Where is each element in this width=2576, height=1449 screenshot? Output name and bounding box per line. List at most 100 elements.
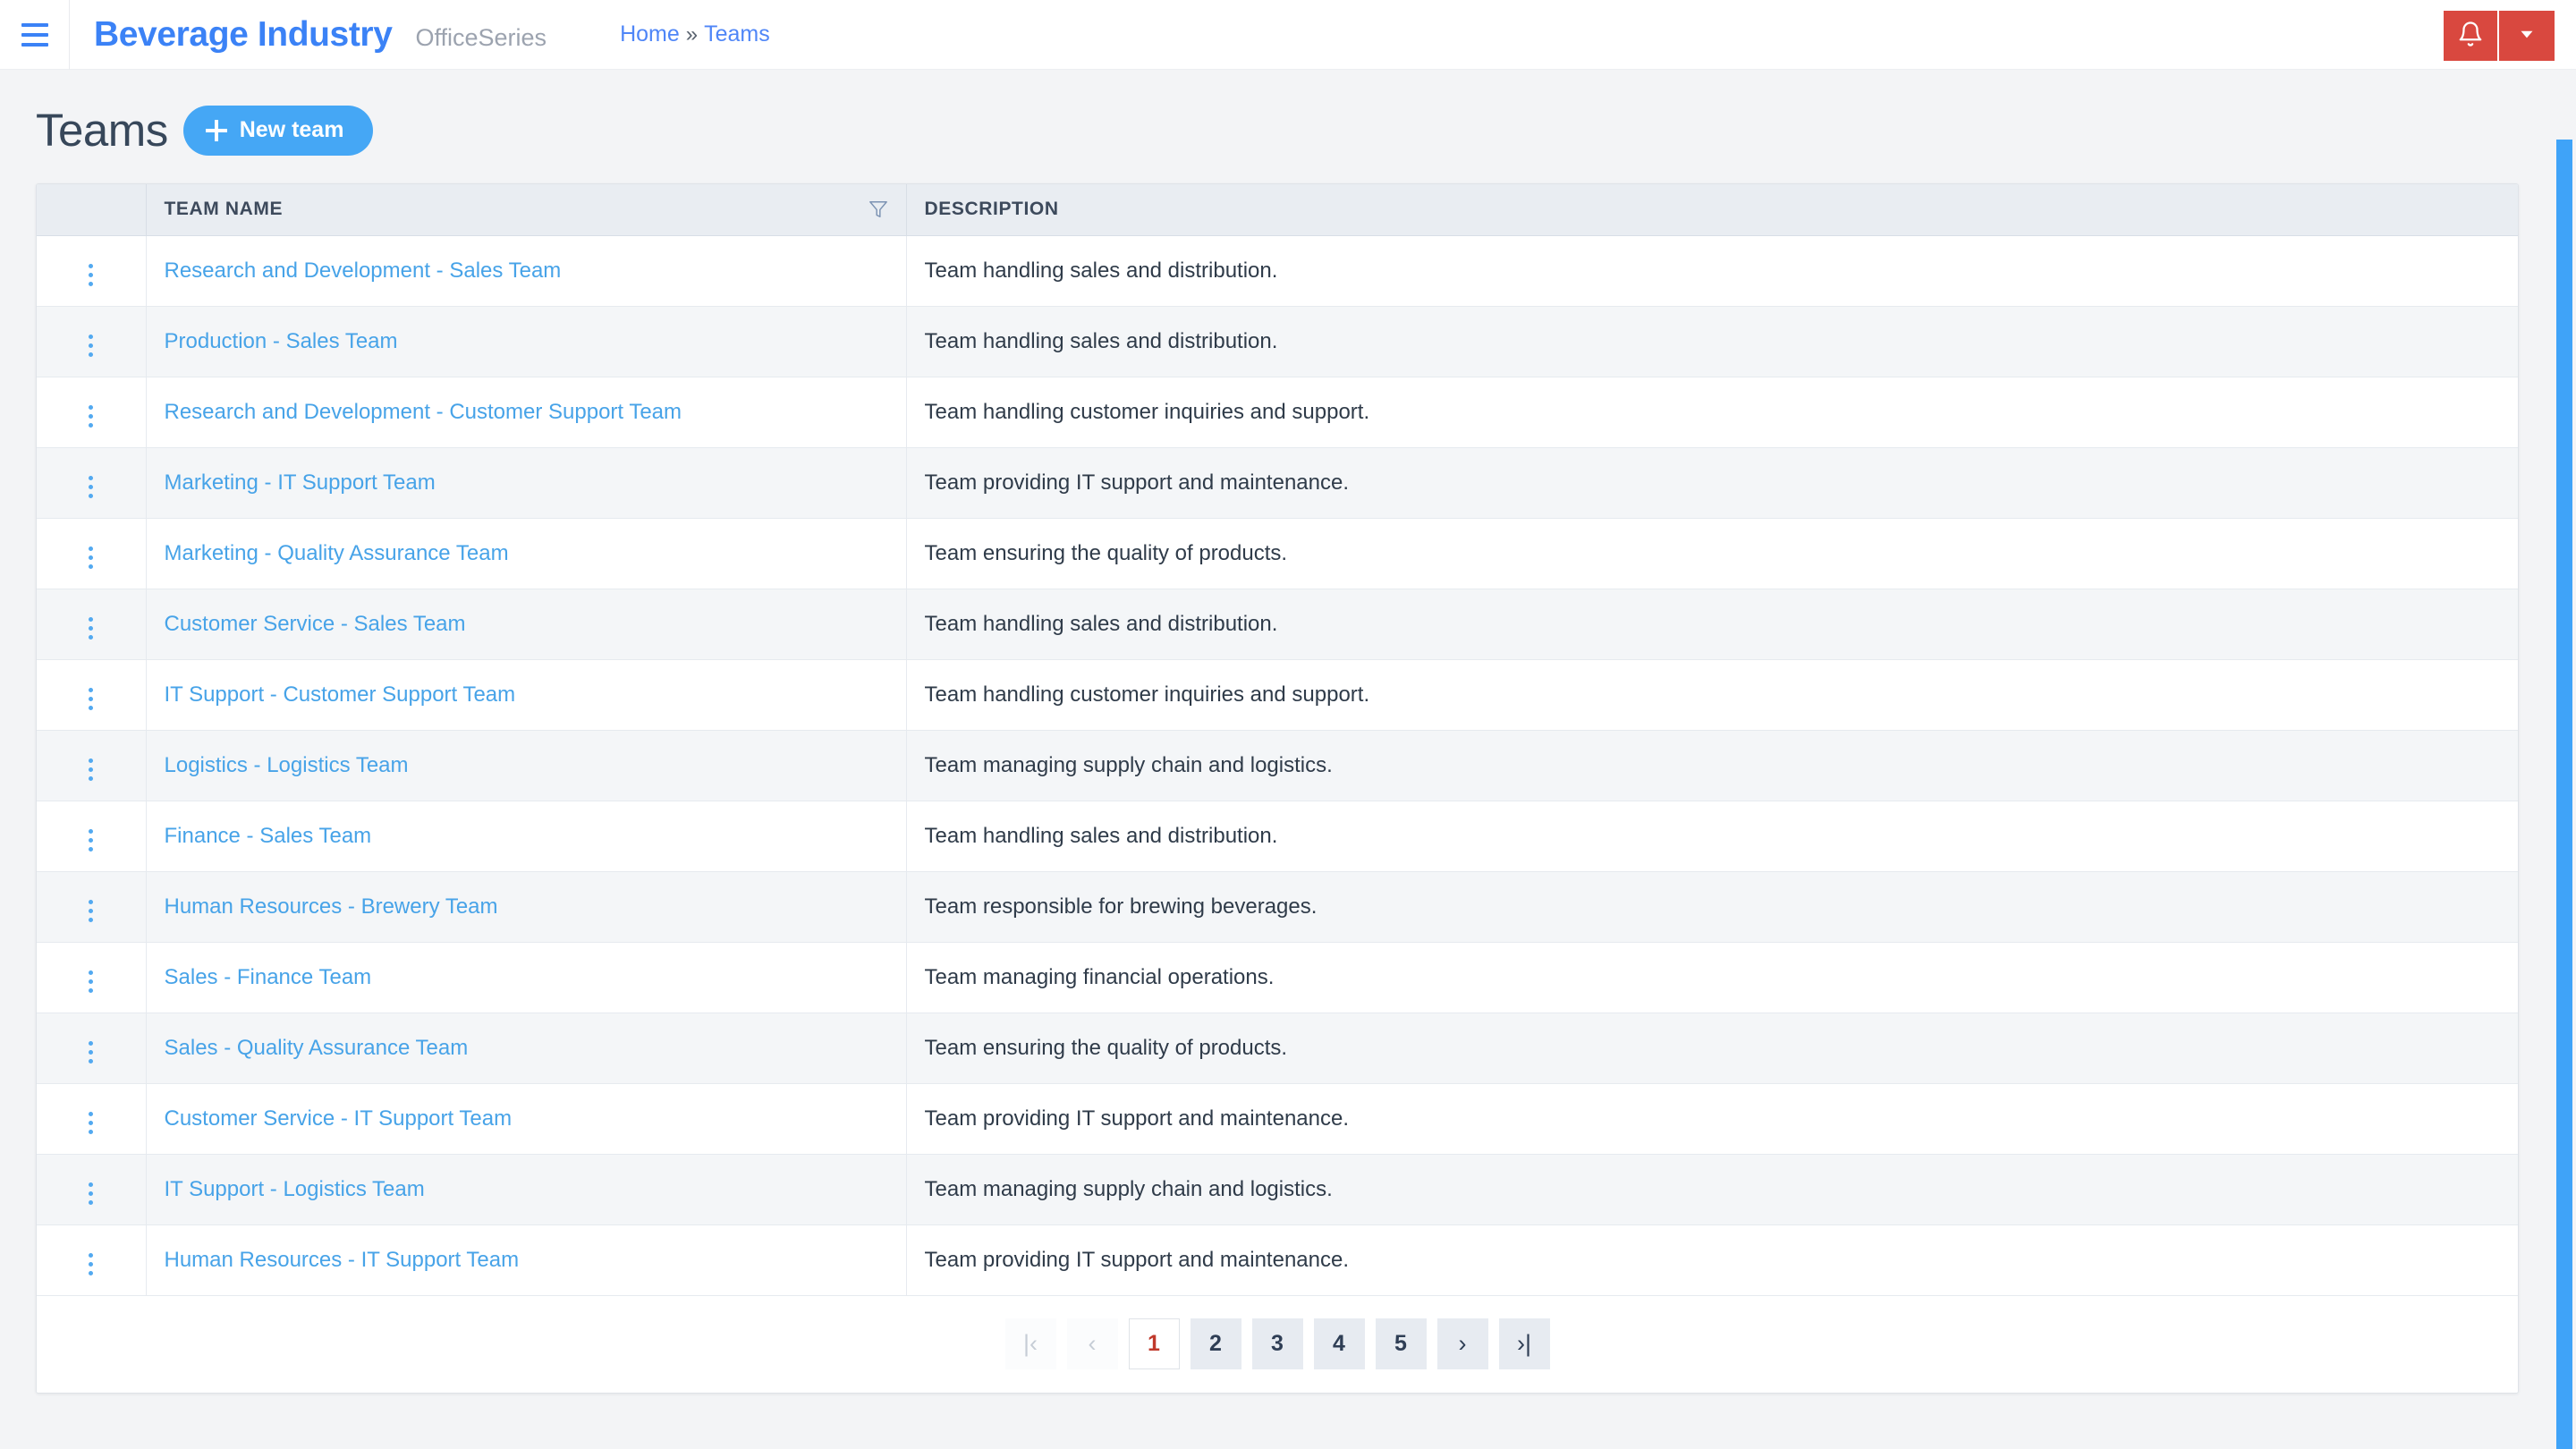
kebab-menu-icon[interactable] (74, 965, 107, 998)
team-name-cell: Customer Service - Sales Team (146, 589, 907, 660)
table-body: Research and Development - Sales Team Tea… (37, 235, 2518, 1296)
team-name-link[interactable]: Human Resources - Brewery Team (165, 894, 498, 919)
kebab-menu-icon[interactable] (74, 470, 107, 504)
pagination-prev-button[interactable]: ‹ (1066, 1318, 1118, 1369)
pagination-next-button[interactable]: › (1436, 1318, 1488, 1369)
pagination-page-3[interactable]: 3 (1251, 1318, 1303, 1369)
navbar-actions (2444, 11, 2555, 61)
team-name-link[interactable]: IT Support - Customer Support Team (165, 682, 516, 707)
team-name-cell: IT Support - Logistics Team (146, 1154, 907, 1225)
column-header-team-name-label: TEAM NAME (164, 199, 284, 220)
pagination-page-4[interactable]: 4 (1313, 1318, 1365, 1369)
hamburger-line (21, 42, 48, 47)
team-name-link[interactable]: Logistics - Logistics Team (165, 753, 409, 777)
kebab-menu-icon[interactable] (74, 612, 107, 645)
kebab-menu-icon[interactable] (74, 1036, 107, 1069)
kebab-menu-icon[interactable] (74, 258, 107, 292)
hamburger-line (21, 22, 48, 27)
page-scrollbar-thumb[interactable] (2556, 140, 2572, 1449)
hamburger-menu-icon[interactable] (0, 0, 70, 70)
plus-icon (205, 119, 227, 141)
hamburger-line (21, 32, 48, 37)
team-description-cell: Team handling sales and distribution. (906, 589, 2518, 660)
pagination-page-1[interactable]: 1 (1128, 1318, 1180, 1369)
top-navbar: Beverage Industry OfficeSeries Home » Te… (0, 0, 2576, 70)
breadcrumb-separator: » (685, 21, 699, 47)
team-description-cell: Team responsible for brewing beverages. (906, 871, 2518, 943)
new-team-button[interactable]: New team (182, 105, 374, 156)
team-name-link[interactable]: Sales - Finance Team (165, 965, 372, 989)
table-row: Sales - Quality Assurance Team Team ensur… (37, 1013, 2518, 1084)
team-description-cell: Team providing IT support and maintenanc… (906, 447, 2518, 519)
table-row: Customer Service - IT Support Team Team p… (37, 1083, 2518, 1155)
kebab-menu-icon[interactable] (74, 894, 107, 928)
team-description-cell: Team handling sales and distribution. (906, 235, 2518, 307)
table-row: Research and Development - Sales Team Tea… (37, 235, 2518, 307)
team-name-link[interactable]: Customer Service - IT Support Team (165, 1106, 513, 1131)
team-name-cell: Sales - Finance Team (146, 942, 907, 1013)
row-actions-cell (37, 1083, 147, 1155)
team-name-cell: Logistics - Logistics Team (146, 730, 907, 801)
team-name-link[interactable]: Production - Sales Team (165, 329, 398, 353)
column-header-menu (37, 184, 147, 236)
team-description-cell: Team managing supply chain and logistics… (906, 730, 2518, 801)
bell-icon (2457, 21, 2484, 52)
pagination-first-button[interactable]: |‹ (1004, 1318, 1056, 1369)
row-actions-cell (37, 377, 147, 448)
pagination-page-2[interactable]: 2 (1190, 1318, 1241, 1369)
kebab-menu-icon[interactable] (74, 682, 107, 716)
brand-title: Beverage Industry (94, 14, 393, 54)
row-actions-cell (37, 235, 147, 307)
team-description-cell: Team handling sales and distribution. (906, 306, 2518, 377)
column-header-team-name[interactable]: TEAM NAME (146, 184, 907, 236)
team-description-cell: Team ensuring the quality of products. (906, 1013, 2518, 1084)
team-name-cell: Customer Service - IT Support Team (146, 1083, 907, 1155)
kebab-menu-icon[interactable] (74, 541, 107, 574)
team-description-cell: Team providing IT support and maintenanc… (906, 1224, 2518, 1296)
pagination-page-5[interactable]: 5 (1375, 1318, 1427, 1369)
kebab-menu-icon[interactable] (74, 1177, 107, 1210)
table-row: Research and Development - Customer Supp… (37, 377, 2518, 448)
team-name-cell: Marketing - Quality Assurance Team (146, 518, 907, 589)
kebab-menu-icon[interactable] (74, 824, 107, 857)
breadcrumb-item-home[interactable]: Home (620, 21, 680, 47)
team-name-cell: Sales - Quality Assurance Team (146, 1013, 907, 1084)
team-name-link[interactable]: Marketing - IT Support Team (165, 470, 436, 495)
team-name-link[interactable]: Sales - Quality Assurance Team (165, 1036, 469, 1060)
team-name-link[interactable]: IT Support - Logistics Team (165, 1177, 425, 1201)
team-name-cell: Production - Sales Team (146, 306, 907, 377)
team-name-link[interactable]: Human Resources - IT Support Team (165, 1248, 520, 1272)
team-name-link[interactable]: Marketing - Quality Assurance Team (165, 541, 509, 565)
kebab-menu-icon[interactable] (74, 1248, 107, 1281)
team-name-link[interactable]: Research and Development - Sales Team (165, 258, 562, 283)
breadcrumb-item-teams[interactable]: Teams (704, 21, 770, 47)
account-dropdown-button[interactable] (2499, 11, 2555, 61)
kebab-menu-icon[interactable] (74, 1106, 107, 1140)
row-actions-cell (37, 589, 147, 660)
table-row: Marketing - IT Support Team Team providin… (37, 447, 2518, 519)
team-name-link[interactable]: Research and Development - Customer Supp… (165, 400, 682, 424)
team-description-cell: Team handling sales and distribution. (906, 801, 2518, 872)
team-description-cell: Team handling customer inquiries and sup… (906, 377, 2518, 448)
kebab-menu-icon[interactable] (74, 329, 107, 362)
team-name-link[interactable]: Finance - Sales Team (165, 824, 372, 848)
row-actions-cell (37, 447, 147, 519)
row-actions-cell (37, 1224, 147, 1296)
page-scrollbar-track[interactable] (2553, 140, 2576, 1449)
kebab-menu-icon[interactable] (74, 400, 107, 433)
notifications-button[interactable] (2444, 11, 2499, 61)
filter-icon[interactable] (869, 199, 888, 219)
team-description-cell: Team handling customer inquiries and sup… (906, 659, 2518, 731)
team-name-cell: Research and Development - Sales Team (146, 235, 907, 307)
teams-table-card: TEAM NAME DESCRIPTION Research and Devel… (36, 183, 2519, 1394)
row-actions-cell (37, 801, 147, 872)
column-header-description[interactable]: DESCRIPTION (906, 184, 2518, 236)
table-row: IT Support - Logistics Team Team managing… (37, 1154, 2518, 1225)
row-actions-cell (37, 730, 147, 801)
pagination-last-button[interactable]: ›| (1498, 1318, 1550, 1369)
kebab-menu-icon[interactable] (74, 753, 107, 786)
table-row: Customer Service - Sales Team Team handli… (37, 589, 2518, 660)
team-description-cell: Team ensuring the quality of products. (906, 518, 2518, 589)
table-head: TEAM NAME DESCRIPTION (37, 184, 2518, 236)
team-name-link[interactable]: Customer Service - Sales Team (165, 612, 466, 636)
